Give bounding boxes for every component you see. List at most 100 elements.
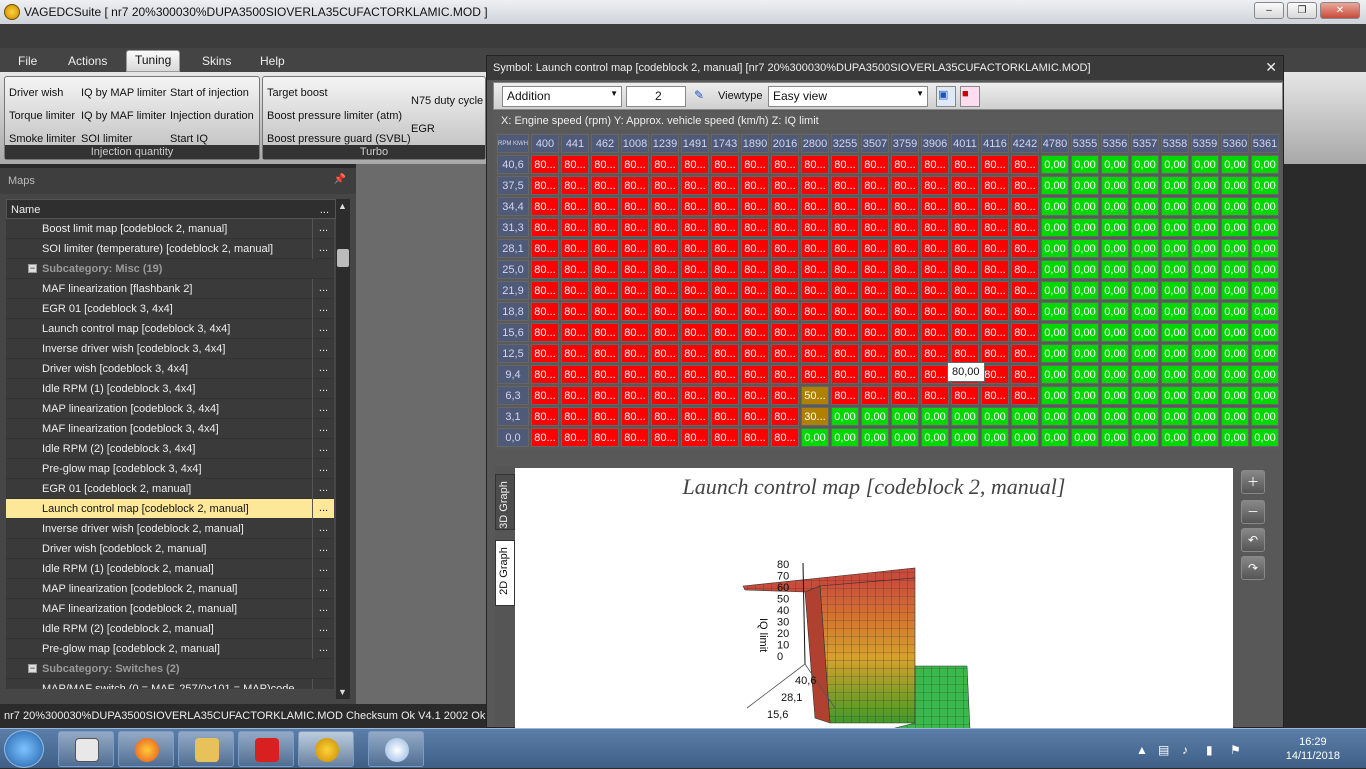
map-cell[interactable]: 80... xyxy=(1011,260,1039,279)
map-cell[interactable]: 0,00 xyxy=(891,428,919,447)
map-cell[interactable]: 0,00 xyxy=(1071,155,1099,174)
map-cell[interactable]: 80... xyxy=(531,281,559,300)
row-options-button[interactable]: ... xyxy=(312,599,334,619)
map-cell[interactable]: 0,00 xyxy=(1191,344,1219,363)
map-cell[interactable]: 80... xyxy=(801,218,829,237)
map-cell[interactable]: 80... xyxy=(591,407,619,426)
apply-wand-icon[interactable]: ✎ xyxy=(690,86,710,107)
map-row[interactable]: SOI limiter (temperature) [codeblock 2, … xyxy=(6,239,334,259)
map-cell[interactable]: 0,00 xyxy=(1101,155,1129,174)
map-cell[interactable]: 80... xyxy=(801,197,829,216)
map-cell[interactable]: 80... xyxy=(771,407,799,426)
map-cell[interactable]: 80... xyxy=(531,197,559,216)
row-options-button[interactable]: ... xyxy=(312,439,334,459)
map-cell[interactable]: 0,00 xyxy=(1221,176,1249,195)
map-cell[interactable]: 0,00 xyxy=(1221,281,1249,300)
map-cell[interactable]: 0,00 xyxy=(1041,197,1069,216)
map-cell[interactable]: 80... xyxy=(651,218,679,237)
map-cell[interactable]: 80... xyxy=(861,302,889,321)
map-cell[interactable]: 80... xyxy=(591,386,619,405)
ribbon-egr[interactable]: EGR xyxy=(411,123,435,135)
map-cell[interactable]: 80... xyxy=(771,197,799,216)
map-row[interactable]: Launch control map [codeblock 3, 4x4]... xyxy=(6,319,334,339)
map-row[interactable]: Inverse driver wish [codeblock 2, manual… xyxy=(6,519,334,539)
map-cell[interactable]: 80... xyxy=(711,365,739,384)
map-cell[interactable]: 80... xyxy=(651,302,679,321)
row-options-button[interactable]: ... xyxy=(312,379,334,399)
map-cell[interactable]: 80... xyxy=(831,365,859,384)
map-cell[interactable]: 0,00 xyxy=(1161,281,1189,300)
map-cell[interactable]: 80... xyxy=(681,281,709,300)
map-cell[interactable]: 80... xyxy=(591,218,619,237)
map-cell[interactable]: 80... xyxy=(741,218,769,237)
map-cell[interactable]: 0,00 xyxy=(1221,260,1249,279)
map-cell[interactable]: 80... xyxy=(801,323,829,342)
ribbon-start-iq[interactable]: Start IQ xyxy=(170,133,208,145)
menu-actions[interactable]: Actions xyxy=(60,52,115,70)
map-cell[interactable]: 80... xyxy=(591,344,619,363)
zoom-in-icon[interactable]: ＋ xyxy=(1241,470,1265,494)
rotate-right-icon[interactable]: ↷ xyxy=(1241,556,1265,580)
map-cell[interactable]: 80... xyxy=(861,239,889,258)
map-cell[interactable]: 0,00 xyxy=(1251,155,1279,174)
map-row[interactable]: Idle RPM (2) [codeblock 2, manual]... xyxy=(6,619,334,639)
map-cell[interactable]: 0,00 xyxy=(1251,302,1279,321)
map-cell[interactable]: 80... xyxy=(621,407,649,426)
map-cell[interactable]: 80... xyxy=(861,386,889,405)
map-cell[interactable]: 80... xyxy=(981,323,1009,342)
map-cell[interactable]: 80... xyxy=(531,365,559,384)
map-cell[interactable]: 80... xyxy=(921,218,949,237)
tab-2d-graph[interactable]: 2D Graph xyxy=(495,540,515,606)
map-cell[interactable]: 80... xyxy=(621,302,649,321)
map-cell[interactable]: 80... xyxy=(921,239,949,258)
map-cell[interactable]: 80... xyxy=(921,281,949,300)
map-cell[interactable]: 80... xyxy=(921,302,949,321)
map-cell[interactable]: 0,00 xyxy=(1071,218,1099,237)
map-cell[interactable]: 0,00 xyxy=(1101,323,1129,342)
map-cell[interactable]: 0,00 xyxy=(1041,428,1069,447)
map-cell[interactable]: 80... xyxy=(621,176,649,195)
map-cell[interactable]: 0,00 xyxy=(1101,407,1129,426)
map-cell[interactable]: 50... xyxy=(801,386,829,405)
map-cell[interactable]: 80... xyxy=(1011,386,1039,405)
row-options-button[interactable]: ... xyxy=(312,539,334,559)
ribbon-start-of-injection[interactable]: Start of injection xyxy=(170,87,249,99)
map-cell[interactable]: 0,00 xyxy=(891,407,919,426)
map-cell[interactable]: 80... xyxy=(921,260,949,279)
map-cell[interactable]: 80... xyxy=(891,344,919,363)
map-cell[interactable]: 80... xyxy=(711,407,739,426)
map-cell[interactable]: 0,00 xyxy=(1101,386,1129,405)
pin-icon[interactable]: 📌 xyxy=(334,174,346,185)
map-cell[interactable]: 80... xyxy=(1011,218,1039,237)
map-cell[interactable]: 0,00 xyxy=(1101,365,1129,384)
map-cell[interactable]: 80... xyxy=(591,302,619,321)
map-cell[interactable]: 80... xyxy=(561,176,589,195)
map-cell[interactable]: 80... xyxy=(561,365,589,384)
map-cell[interactable]: 0,00 xyxy=(1041,260,1069,279)
start-button[interactable] xyxy=(4,730,44,768)
row-options-button[interactable]: ... xyxy=(312,559,334,579)
map-cell[interactable]: 80... xyxy=(801,344,829,363)
ribbon-smoke-limiter[interactable]: Smoke limiter xyxy=(9,133,76,145)
map-cell[interactable]: 80... xyxy=(921,176,949,195)
map-row[interactable]: MAF linearization [flashbank 2]... xyxy=(6,279,334,299)
map-cell[interactable]: 0,00 xyxy=(921,428,949,447)
map-cell[interactable]: 0,00 xyxy=(1251,323,1279,342)
map-cell[interactable]: 80... xyxy=(951,176,979,195)
map-cell[interactable]: 80... xyxy=(681,365,709,384)
map-cell[interactable]: 80... xyxy=(801,365,829,384)
operation-select[interactable]: Addition ▼ xyxy=(502,86,622,107)
map-cell[interactable]: 80... xyxy=(861,218,889,237)
maps-scrollbar[interactable]: ▲ ▼ xyxy=(336,199,350,699)
map-cell[interactable]: 80... xyxy=(591,428,619,447)
scroll-up-icon[interactable]: ▲ xyxy=(338,201,347,211)
row-options-button[interactable]: ... xyxy=(312,299,334,319)
map-cell[interactable]: 80... xyxy=(801,302,829,321)
map-cell[interactable]: 80... xyxy=(771,260,799,279)
map-cell[interactable]: 0,00 xyxy=(1161,344,1189,363)
row-options-button[interactable]: ... xyxy=(312,639,334,659)
row-options-button[interactable]: ... xyxy=(312,239,334,259)
maximize-button[interactable]: ❐ xyxy=(1287,2,1317,19)
map-cell[interactable]: 0,00 xyxy=(1191,281,1219,300)
map-cell[interactable]: 80... xyxy=(711,239,739,258)
